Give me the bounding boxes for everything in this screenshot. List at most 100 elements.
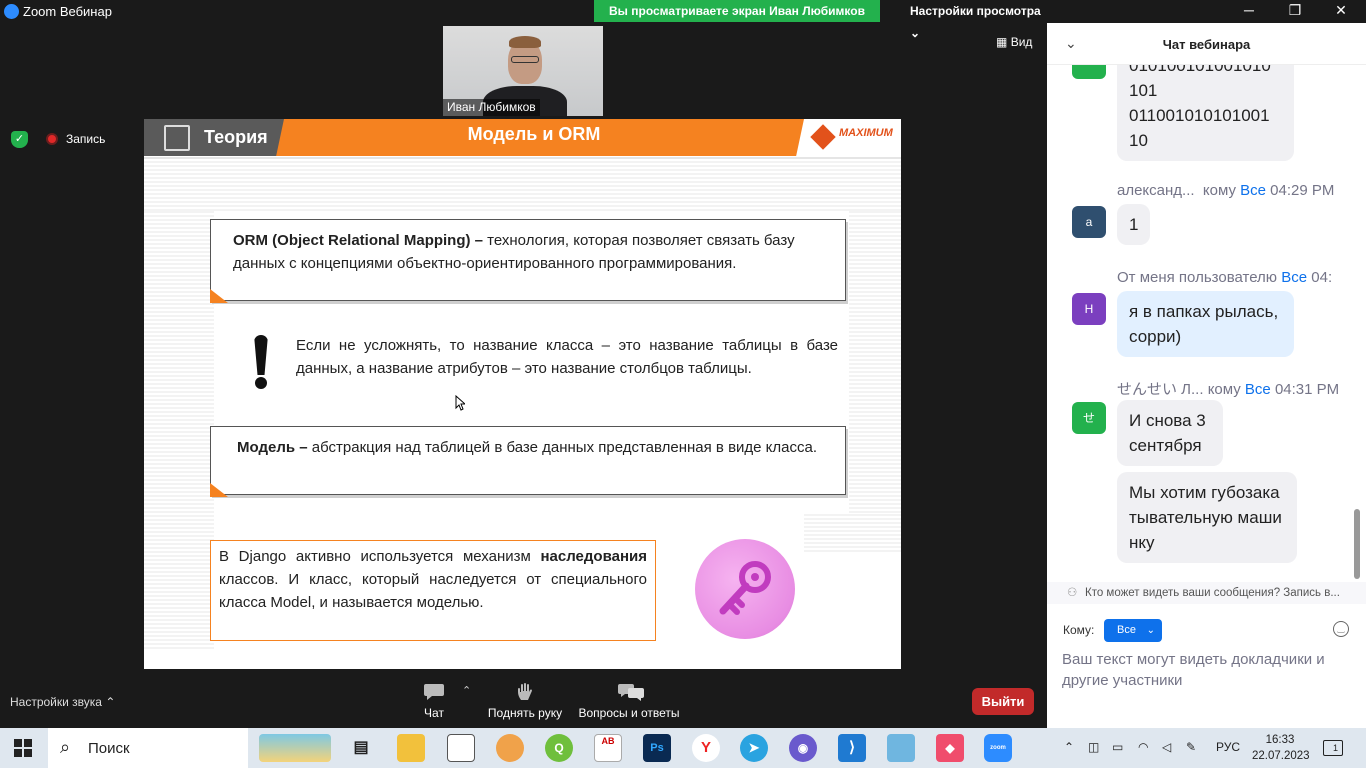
yandex-browser-icon[interactable]: Y: [692, 734, 720, 762]
recipient-link[interactable]: Все: [1240, 182, 1266, 199]
recipient-link[interactable]: Все: [1281, 269, 1307, 286]
windows-start-icon[interactable]: [14, 739, 32, 757]
qgis-icon[interactable]: Q: [545, 734, 573, 762]
view-button[interactable]: ▦ Вид: [996, 35, 1032, 49]
slide-section-label: Теория: [204, 127, 268, 147]
chevron-down-icon: ⌄: [910, 26, 921, 40]
restore-button[interactable]: ❐: [1272, 0, 1318, 23]
model-definition-text: Модель – абстракция над таблицей в базе …: [237, 436, 819, 459]
avatar: [1072, 65, 1106, 79]
wifi-icon[interactable]: ◠: [1138, 740, 1148, 754]
recipient-select[interactable]: Все ⌄: [1104, 619, 1162, 642]
django-text-start: В Django активно используется механизм: [219, 548, 541, 565]
recipient-label: Кому:: [1063, 623, 1095, 637]
exclamation-bar: [254, 335, 268, 375]
task-view-icon[interactable]: ▤: [347, 734, 375, 762]
avatar: Н: [1072, 293, 1106, 325]
photoshop-icon[interactable]: Ps: [643, 734, 671, 762]
chat-title: Чат вебинара: [1162, 37, 1251, 52]
hand-icon: [514, 682, 536, 702]
app-icon[interactable]: [887, 734, 915, 762]
screen-share-banner: Вы просматриваете экран Иван Любимков: [594, 0, 880, 22]
app-title: Zoom Вебинар: [23, 4, 112, 19]
model-term: Модель –: [237, 439, 308, 456]
model-definition: абстракция над таблицей в базе данных пр…: [307, 439, 818, 456]
django-text-end: классов. И класс, который наследуется от…: [219, 571, 647, 611]
chat-message-bubble: 010100101001010 101 011001010101001 10: [1117, 65, 1294, 161]
audio-settings-button[interactable]: Настройки звука ⌃: [10, 695, 115, 709]
message-time: 04:29 PM: [1270, 182, 1335, 199]
header-divider: [144, 157, 901, 159]
raise-hand-button[interactable]: Поднять руку: [486, 682, 564, 720]
speaker-video-tile[interactable]: Иван Любимков: [443, 26, 603, 116]
close-button[interactable]: ✕: [1318, 0, 1364, 23]
maximum-logo: MAXIMUM: [809, 123, 897, 153]
vscode-icon[interactable]: ⟩: [838, 734, 866, 762]
git-app-icon[interactable]: ◆: [936, 734, 964, 762]
person-lock-icon: ⚇: [1067, 587, 1078, 599]
recording-icon: [46, 133, 58, 145]
sender-name: せんせい Л...: [1117, 381, 1204, 398]
clock-time: 16:33: [1265, 734, 1295, 746]
chat-button[interactable]: Чат: [418, 682, 450, 720]
taskbar-clock[interactable]: 16:33 22.07.2023: [1252, 732, 1310, 764]
sender-name: александ...: [1117, 182, 1195, 199]
audio-settings-label: Настройки звука: [10, 695, 102, 709]
naming-note: Если не усложнять, то название класса – …: [296, 337, 838, 377]
zoom-logo-icon: [4, 4, 19, 19]
chat-message-input[interactable]: [1062, 649, 1352, 697]
taskbar-search[interactable]: ⌕ Поиск: [48, 728, 248, 768]
to-word: кому: [1207, 381, 1241, 398]
qa-icon: [618, 682, 644, 702]
volume-icon[interactable]: ◁: [1162, 740, 1171, 754]
to-word: кому: [1202, 182, 1236, 199]
message-time: 04:31 PM: [1274, 381, 1340, 398]
battery-icon[interactable]: ▭: [1112, 740, 1123, 754]
chat-message-bubble: 1: [1117, 204, 1151, 245]
slide-background-stripe: [144, 211, 214, 651]
pen-icon[interactable]: ✎: [1186, 740, 1196, 754]
tray-chevron-up-icon[interactable]: ⌃: [1064, 740, 1074, 754]
raise-hand-label: Поднять руку: [487, 706, 563, 720]
chat-scrollbar[interactable]: [1354, 509, 1360, 579]
person-hair: [509, 36, 541, 48]
telegram-icon[interactable]: ➤: [740, 734, 768, 762]
notifications-icon[interactable]: 1: [1323, 740, 1343, 756]
model-definition-box: Модель – абстракция над таблицей в базе …: [210, 426, 846, 495]
language-indicator[interactable]: РУС: [1216, 740, 1240, 754]
maximum-logo-mark: [810, 124, 836, 150]
zoom-taskbar-icon[interactable]: zoom: [984, 734, 1012, 762]
chat-panel: ⌄ Чат вебинара 010100101001010 101 01100…: [1047, 23, 1366, 728]
minimize-button[interactable]: ─: [1226, 0, 1272, 23]
leave-button[interactable]: Выйти: [972, 688, 1034, 715]
slide-background-stripe: [144, 161, 901, 211]
slide-background-stripe: [804, 514, 901, 554]
chat-icon: [423, 682, 445, 702]
mouse-cursor-icon: [455, 395, 465, 411]
shared-slide: Теория Модель и ORM MAXIMUM ORM (Object …: [144, 119, 901, 669]
chat-message-bubble: Мы хотим губозакатывательную машинку: [1117, 472, 1297, 563]
encryption-shield-icon[interactable]: ✓: [11, 131, 28, 148]
inheritance-term: наследования: [540, 548, 647, 565]
file-explorer-icon[interactable]: [397, 734, 425, 762]
recipient-link[interactable]: Все: [1245, 381, 1271, 398]
chat-label: Чат: [424, 706, 444, 720]
meet-now-icon[interactable]: ◫: [1088, 740, 1099, 754]
privacy-notice[interactable]: ⚇ Кто может видеть ваши сообщения? Запись…: [1047, 582, 1366, 604]
clock-date: 22.07.2023: [1252, 750, 1310, 762]
orm-term: ORM (Object Relational Mapping) –: [233, 232, 484, 249]
slide-background-stripe: [849, 211, 901, 531]
emoji-icon[interactable]: ‿: [1333, 621, 1349, 637]
key-gear-icon: [695, 539, 795, 639]
chat-message-bubble: я в папках рылась, сорри): [1117, 291, 1294, 357]
abbyy-icon[interactable]: AB: [594, 734, 622, 762]
qa-button[interactable]: Вопросы и ответы: [577, 682, 681, 720]
windows-taskbar: ⌕ Поиск ▤ Q AB Ps Y ➤ ◉ ⟩ ◆ zoom ⌃ ◫ ▭ ◠…: [0, 728, 1366, 768]
notepad-icon[interactable]: [447, 734, 475, 762]
paint-icon[interactable]: [496, 734, 524, 762]
chat-messages[interactable]: 010100101001010 101 011001010101001 10 а…: [1047, 65, 1366, 603]
view-settings-dropdown[interactable]: Настройки просмотра ⌄: [902, 0, 1048, 40]
discord-icon[interactable]: ◉: [789, 734, 817, 762]
taskbar-search-label: Поиск: [88, 740, 130, 757]
chat-options-chevron-icon[interactable]: ⌃: [462, 684, 471, 697]
